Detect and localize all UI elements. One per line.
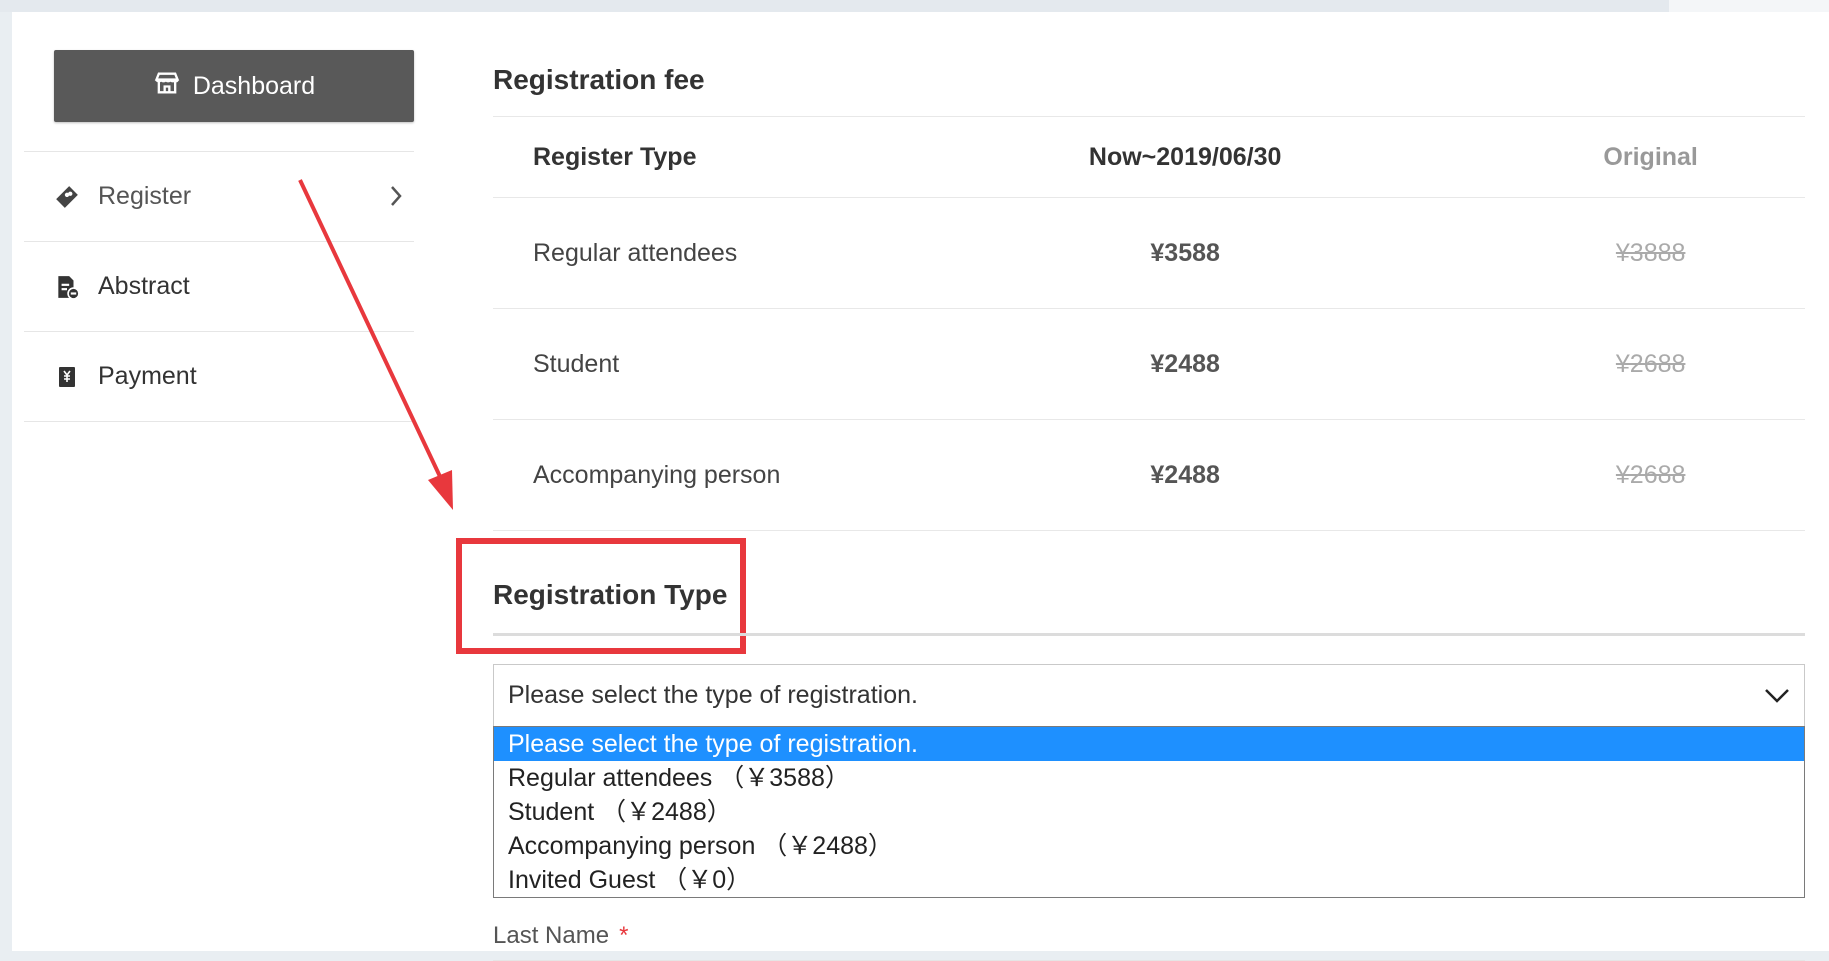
registration-fee-table: Register Type Now~2019/06/30 Original Re…: [493, 116, 1805, 531]
registration-type-title: Registration Type: [493, 579, 728, 610]
sidebar-item-label: Payment: [98, 362, 197, 390]
chevron-right-icon: [386, 182, 406, 210]
sidebar-item-payment[interactable]: Payment: [24, 331, 414, 422]
table-row: Accompanying person ¥2488 ¥2688: [493, 419, 1805, 531]
sidebar-item-abstract[interactable]: Abstract: [24, 241, 414, 331]
now-price-cell: ¥3588: [874, 197, 1497, 309]
dashboard-button[interactable]: Dashboard: [54, 50, 414, 122]
yen-receipt-icon: [52, 362, 82, 392]
select-option[interactable]: Student （￥2488）: [494, 795, 1804, 829]
ticket-icon: [52, 182, 82, 212]
sidebar-item-label: Register: [98, 182, 192, 210]
sidebar: Dashboard Register Abstract Payment: [24, 24, 414, 939]
section-divider: [493, 633, 1805, 636]
document-icon: [52, 272, 82, 302]
table-row: Regular attendees ¥3588 ¥3888: [493, 197, 1805, 309]
select-option[interactable]: Regular attendees （￥3588）: [494, 761, 1804, 795]
required-mark: *: [619, 922, 629, 949]
chevron-down-icon: [1762, 683, 1792, 707]
header-register-type: Register Type: [493, 116, 874, 198]
now-price-cell: ¥2488: [874, 419, 1497, 531]
register-type-cell: Student: [493, 308, 874, 420]
sidebar-item-label: Abstract: [98, 272, 190, 300]
now-price-cell: ¥2488: [874, 308, 1497, 420]
original-price-cell: ¥2688: [1496, 308, 1805, 420]
registration-type-select[interactable]: Please select the type of registration.: [493, 664, 1805, 726]
table-header-row: Register Type Now~2019/06/30 Original: [493, 116, 1805, 198]
sidebar-nav: Register Abstract Payment: [24, 151, 414, 422]
last-name-text: Last Name: [493, 922, 610, 949]
select-options-list: Please select the type of registration. …: [493, 726, 1805, 898]
store-icon: [153, 69, 181, 104]
select-option[interactable]: Accompanying person （￥2488）: [494, 829, 1804, 863]
original-price-cell: ¥3888: [1496, 197, 1805, 309]
table-row: Student ¥2488 ¥2688: [493, 308, 1805, 420]
register-type-cell: Accompanying person: [493, 419, 874, 531]
top-gap-light: [1669, 0, 1829, 12]
original-price-cell: ¥2688: [1496, 419, 1805, 531]
top-gap: [0, 0, 1829, 12]
dashboard-label: Dashboard: [192, 71, 316, 100]
sidebar-item-register[interactable]: Register: [24, 151, 414, 241]
select-current-value: Please select the type of registration.: [508, 681, 918, 709]
header-now-price: Now~2019/06/30: [874, 116, 1497, 198]
header-original-price: Original: [1496, 116, 1805, 198]
registration-fee-title: Registration fee: [493, 64, 705, 95]
last-name-label: Last Name *: [493, 922, 628, 950]
select-option[interactable]: Invited Guest （￥0）: [494, 863, 1804, 897]
register-type-cell: Regular attendees: [493, 197, 874, 309]
select-option[interactable]: Please select the type of registration.: [494, 727, 1804, 761]
